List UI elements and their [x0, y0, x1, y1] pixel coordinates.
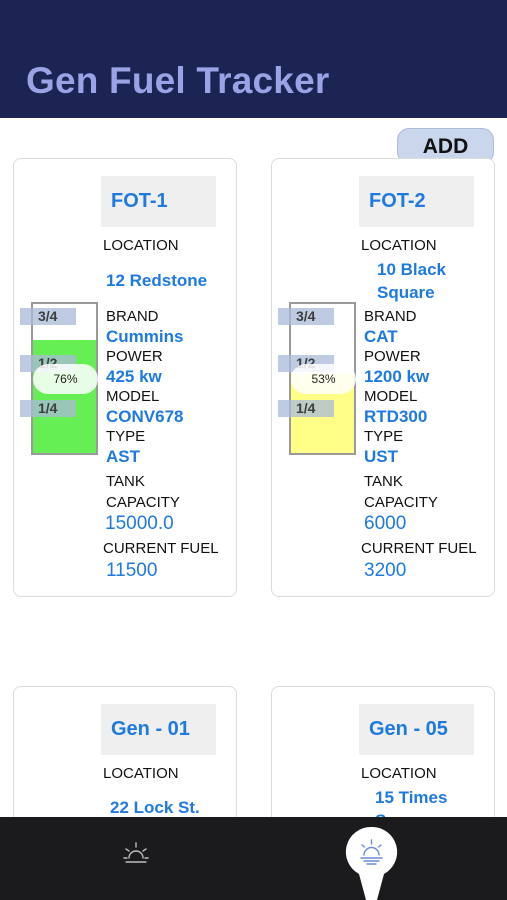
card-name: FOT-1	[101, 176, 216, 227]
power-label: POWER	[364, 348, 421, 365]
tank-label: TANK	[364, 473, 403, 490]
capacity-value: 6000	[364, 513, 407, 534]
card-name: FOT-2	[359, 176, 474, 227]
tab-bar	[0, 817, 507, 900]
generator-card[interactable]: FOT-2 LOCATION 10 Black Square 3/4 1/2 1…	[271, 158, 495, 597]
capacity-label: CAPACITY	[106, 494, 180, 511]
location-label: LOCATION	[361, 237, 437, 254]
location-value: 12 Redstone	[106, 271, 208, 290]
fuel-percent-label: 76%	[33, 364, 98, 394]
location-value: 10 Black Square	[377, 260, 446, 302]
power-value: 425 kw	[106, 367, 162, 386]
fuel-gauge: 3/4 1/2 1/4 53%	[278, 302, 356, 455]
current-fuel-value: 11500	[106, 560, 158, 581]
model-label: MODEL	[106, 388, 160, 405]
app-header: Gen Fuel Tracker	[0, 0, 507, 118]
capacity-label: CAPACITY	[364, 494, 438, 511]
power-label: POWER	[106, 348, 163, 365]
gauge-mark-1-4: 1/4	[20, 400, 76, 417]
gauge-mark-3-4: 3/4	[278, 308, 334, 325]
type-label: TYPE	[364, 428, 404, 445]
sun-icon	[123, 842, 149, 863]
sunrise-icon	[345, 826, 398, 900]
power-value: 1200 kw	[364, 367, 430, 386]
model-label: MODEL	[364, 388, 418, 405]
tank-label: TANK	[106, 473, 145, 490]
model-value: CONV678	[106, 407, 184, 426]
brand-label: BRAND	[364, 308, 417, 325]
location-label: LOCATION	[103, 237, 179, 254]
model-value: RTD300	[364, 407, 428, 426]
type-value: UST	[364, 447, 398, 466]
capacity-value: 15000.0	[105, 513, 174, 534]
fuel-gauge: 3/4 1/2 1/4 76%	[20, 302, 98, 455]
type-value: AST	[106, 447, 140, 466]
current-fuel-label: CURRENT FUEL	[361, 540, 477, 557]
generator-card[interactable]: FOT-1 LOCATION 12 Redstone 3/4 1/2 1/4 7…	[13, 158, 237, 597]
brand-value: Cummins	[106, 327, 184, 346]
location-label: LOCATION	[103, 765, 179, 782]
gauge-mark-1-4: 1/4	[278, 400, 334, 417]
app-title: Gen Fuel Tracker	[26, 60, 330, 101]
card-name: Gen - 01	[101, 704, 216, 755]
fuel-percent-label: 53%	[291, 364, 356, 394]
current-fuel-value: 3200	[364, 560, 407, 581]
tab-sunrise[interactable]	[344, 825, 399, 900]
gauge-mark-3-4: 3/4	[20, 308, 76, 325]
card-name: Gen - 05	[359, 704, 474, 755]
location-value: 22 Lock St.	[110, 798, 200, 817]
location-label: LOCATION	[361, 765, 437, 782]
tab-sun[interactable]	[121, 838, 151, 868]
current-fuel-label: CURRENT FUEL	[103, 540, 219, 557]
brand-value: CAT	[364, 327, 398, 346]
brand-label: BRAND	[106, 308, 159, 325]
type-label: TYPE	[106, 428, 146, 445]
